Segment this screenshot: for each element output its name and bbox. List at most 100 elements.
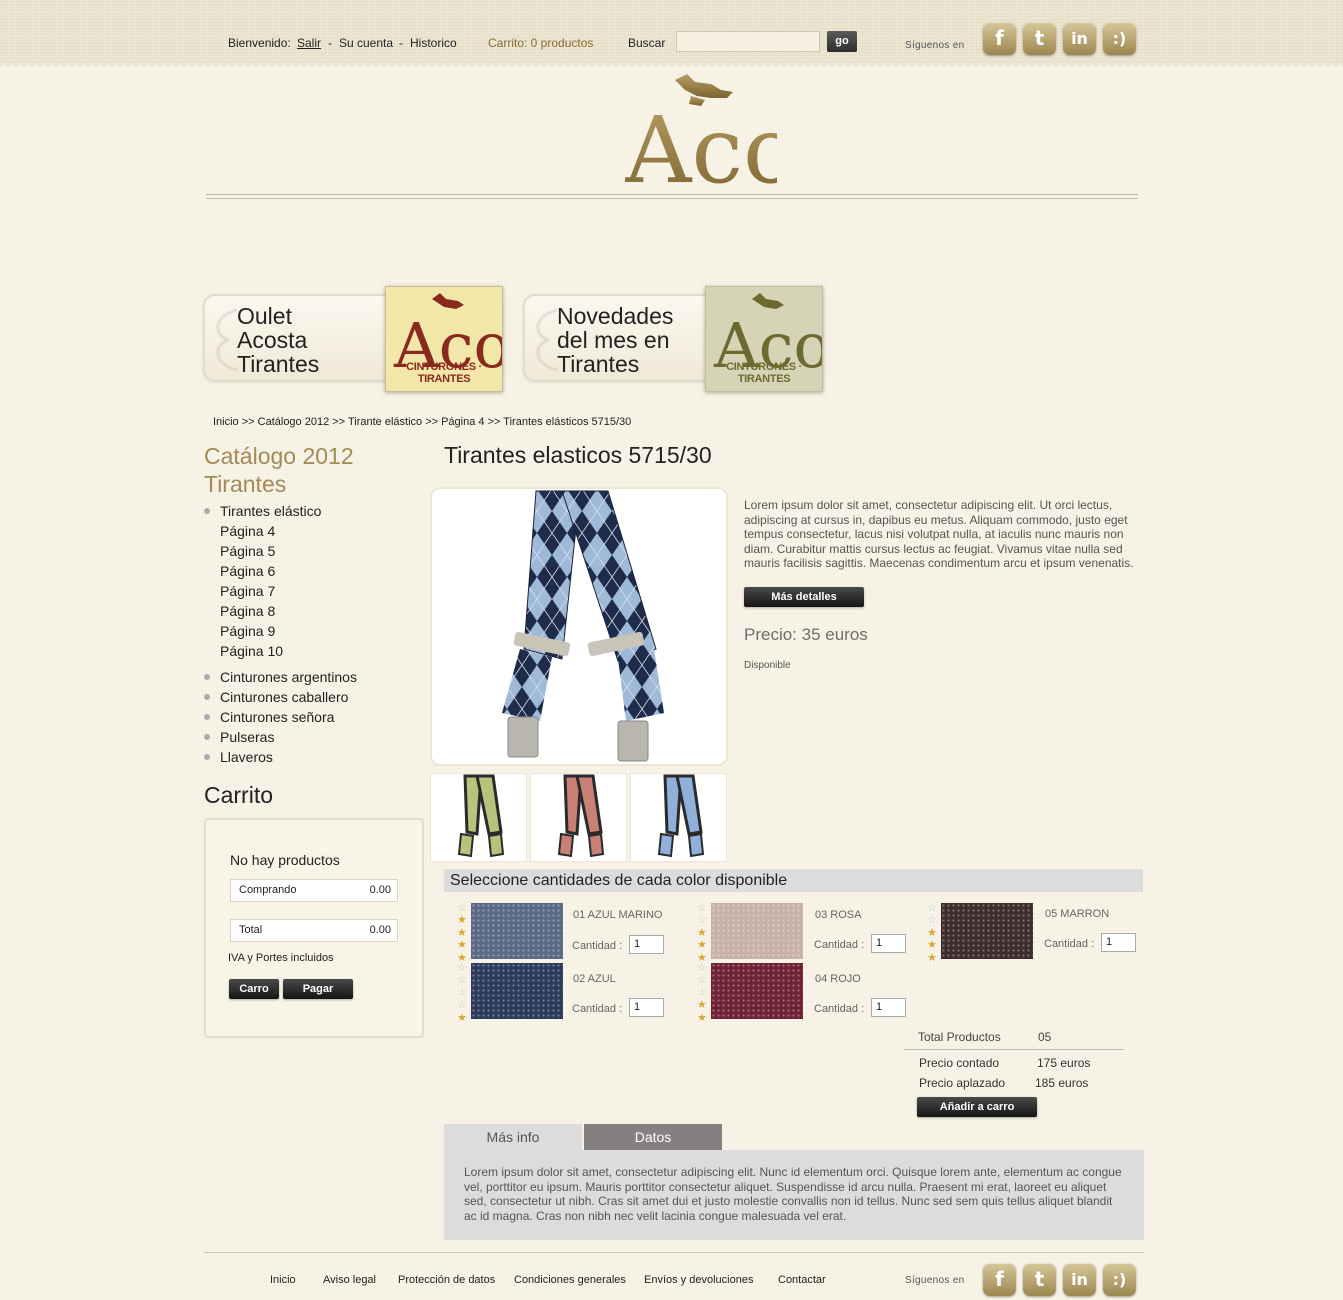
tuenti-icon[interactable]: :) bbox=[1103, 1263, 1136, 1296]
tab-mas-info[interactable]: Más info bbox=[444, 1124, 582, 1150]
footer-link-contactar[interactable]: Contactar bbox=[778, 1274, 826, 1286]
sidebar-category[interactable]: Cinturones argentinos bbox=[204, 669, 357, 689]
footer-link-aviso-legal[interactable]: Aviso legal bbox=[323, 1274, 376, 1286]
thumb-red[interactable] bbox=[530, 773, 627, 862]
star-icon: ★ bbox=[457, 914, 467, 927]
color-code-label: 01 AZUL MARINO bbox=[573, 909, 663, 921]
facebook-icon[interactable]: f bbox=[983, 22, 1016, 55]
star-icon: ★ bbox=[697, 999, 707, 1012]
star-icon: ☆ bbox=[457, 902, 467, 914]
sidebar-page-link[interactable]: Página 8 bbox=[204, 603, 357, 623]
banner-line: Tirantes bbox=[237, 351, 320, 377]
star-icon: ☆ bbox=[927, 914, 937, 927]
swirl-ornament-icon bbox=[536, 308, 558, 372]
quantity-input[interactable]: 1 bbox=[871, 934, 906, 953]
quantity-input[interactable]: 1 bbox=[629, 998, 664, 1017]
top-bar bbox=[0, 0, 1343, 69]
sidebar-page-link[interactable]: Página 7 bbox=[204, 583, 357, 603]
sidebar-page-link[interactable]: Página 4 bbox=[204, 523, 357, 543]
twitter-icon[interactable]: t bbox=[1023, 22, 1056, 55]
rating-stars: ☆ ★ ★ ★ ★ bbox=[457, 903, 469, 965]
more-details-button[interactable]: Más detalles bbox=[744, 587, 864, 607]
logout-link[interactable]: Salir bbox=[297, 36, 321, 50]
product-main-image[interactable] bbox=[430, 487, 728, 766]
search-label: Buscar bbox=[628, 36, 666, 50]
footer-link-envios[interactable]: Envíos y devoluciones bbox=[644, 1274, 753, 1286]
sidebar-page-link[interactable]: Página 5 bbox=[204, 543, 357, 563]
star-icon: ★ bbox=[697, 1011, 707, 1024]
cart-status-link[interactable]: Carrito: 0 productos bbox=[488, 36, 593, 50]
twitter-icon[interactable]: t bbox=[1023, 1263, 1056, 1296]
linkedin-icon[interactable]: in bbox=[1063, 1263, 1096, 1296]
product-price: Precio: 35 euros bbox=[744, 625, 868, 644]
product-title: Tirantes elasticos 5715/30 bbox=[444, 442, 712, 468]
thumb-green[interactable] bbox=[430, 773, 527, 862]
quantity-input[interactable]: 1 bbox=[1101, 933, 1136, 952]
suspenders-image bbox=[502, 490, 664, 762]
acosta-logo[interactable]: AcostA bbox=[625, 70, 777, 192]
acosta-logo-icon: AcostA bbox=[393, 293, 614, 382]
color-swatch[interactable] bbox=[711, 903, 803, 959]
color-code-label: 03 ROSA bbox=[815, 909, 862, 921]
banner-line: Acosta bbox=[237, 327, 308, 353]
quantity-label: Cantidad : bbox=[1044, 938, 1095, 950]
rating-stars: ☆ ☆ ★ ★ ★ bbox=[927, 903, 939, 965]
sidebar-page-link[interactable]: Página 10 bbox=[204, 643, 357, 663]
sidebar-category[interactable]: Pulseras bbox=[204, 729, 357, 749]
sidebar-category[interactable]: Llaveros bbox=[204, 749, 357, 769]
color-swatch[interactable] bbox=[471, 963, 563, 1019]
tab-datos[interactable]: Datos bbox=[584, 1124, 722, 1150]
quantity-label: Cantidad : bbox=[572, 1003, 623, 1015]
quantity-input[interactable]: 1 bbox=[629, 935, 664, 954]
color-selection-heading: Seleccione cantidades de cada color disp… bbox=[444, 869, 1143, 892]
breadcrumb[interactable]: Inicio >> Catálogo 2012 >> Tirante elást… bbox=[213, 416, 631, 428]
suspenders-thumbnail-icon bbox=[557, 774, 605, 858]
quantity-label: Cantidad : bbox=[814, 1003, 865, 1015]
linkedin-icon[interactable]: in bbox=[1063, 22, 1096, 55]
sidebar-title-line: Catálogo 2012 bbox=[204, 443, 354, 469]
sidebar-category[interactable]: Cinturones señora bbox=[204, 709, 357, 729]
add-to-cart-button[interactable]: Añadir a carro bbox=[917, 1097, 1037, 1117]
star-icon: ★ bbox=[457, 939, 467, 952]
footer-link-inicio[interactable]: Inicio bbox=[270, 1274, 296, 1286]
star-icon: ☆ bbox=[697, 986, 707, 999]
facebook-icon[interactable]: f bbox=[983, 1263, 1016, 1296]
total-products-label: Total Productos bbox=[918, 1030, 1001, 1044]
color-swatch[interactable] bbox=[471, 903, 563, 959]
pagar-button[interactable]: Pagar bbox=[283, 979, 353, 999]
footer-link-proteccion-datos[interactable]: Protección de datos bbox=[398, 1274, 495, 1286]
star-icon: ☆ bbox=[697, 962, 707, 974]
star-icon: ☆ bbox=[457, 999, 467, 1012]
star-icon: ☆ bbox=[457, 962, 467, 974]
tuenti-icon[interactable]: :) bbox=[1103, 22, 1136, 55]
cart-buying-row: Comprando 0.00 bbox=[230, 879, 398, 902]
novedades-banner[interactable]: Novedades del mes en Tirantes AcostA CIN… bbox=[523, 286, 934, 392]
search-go-button[interactable]: go bbox=[827, 31, 857, 52]
iva-note: IVA y Portes incluidos bbox=[228, 952, 334, 964]
quantity-input[interactable]: 1 bbox=[871, 998, 906, 1017]
color-swatch[interactable] bbox=[941, 903, 1033, 959]
star-icon: ★ bbox=[457, 1011, 467, 1024]
search-input[interactable] bbox=[676, 31, 820, 52]
footer-divider bbox=[204, 1252, 1144, 1253]
sidebar-page-link[interactable]: Página 9 bbox=[204, 623, 357, 643]
account-link[interactable]: Su cuenta bbox=[339, 36, 393, 50]
outlet-banner[interactable]: Oulet Acosta Tirantes AcostA CINTURONES … bbox=[203, 286, 614, 392]
banner-line: del mes en bbox=[557, 327, 670, 353]
star-icon: ☆ bbox=[457, 974, 467, 987]
suspenders-thumbnail-icon bbox=[457, 774, 505, 858]
color-code-label: 05 MARRON bbox=[1045, 908, 1110, 920]
carro-button[interactable]: Carro bbox=[229, 979, 279, 999]
banner-line: Oulet bbox=[237, 303, 292, 329]
sidebar-category[interactable]: Cinturones caballero bbox=[204, 689, 357, 709]
thumb-blue[interactable] bbox=[630, 773, 727, 862]
banner-title: Oulet Acosta Tirantes bbox=[237, 304, 387, 376]
history-link[interactable]: Historico bbox=[410, 36, 457, 50]
follow-label: Síguenos en bbox=[905, 40, 965, 51]
banner-logo: AcostA CINTURONES · TIRANTES bbox=[385, 286, 614, 392]
sidebar-category[interactable]: Tirantes elástico bbox=[204, 503, 357, 523]
footer-link-condiciones[interactable]: Condiciones generales bbox=[514, 1274, 626, 1286]
tab-content: Lorem ipsum dolor sit amet, consectetur … bbox=[444, 1150, 1144, 1240]
sidebar-page-link[interactable]: Página 6 bbox=[204, 563, 357, 583]
color-swatch[interactable] bbox=[711, 963, 803, 1019]
